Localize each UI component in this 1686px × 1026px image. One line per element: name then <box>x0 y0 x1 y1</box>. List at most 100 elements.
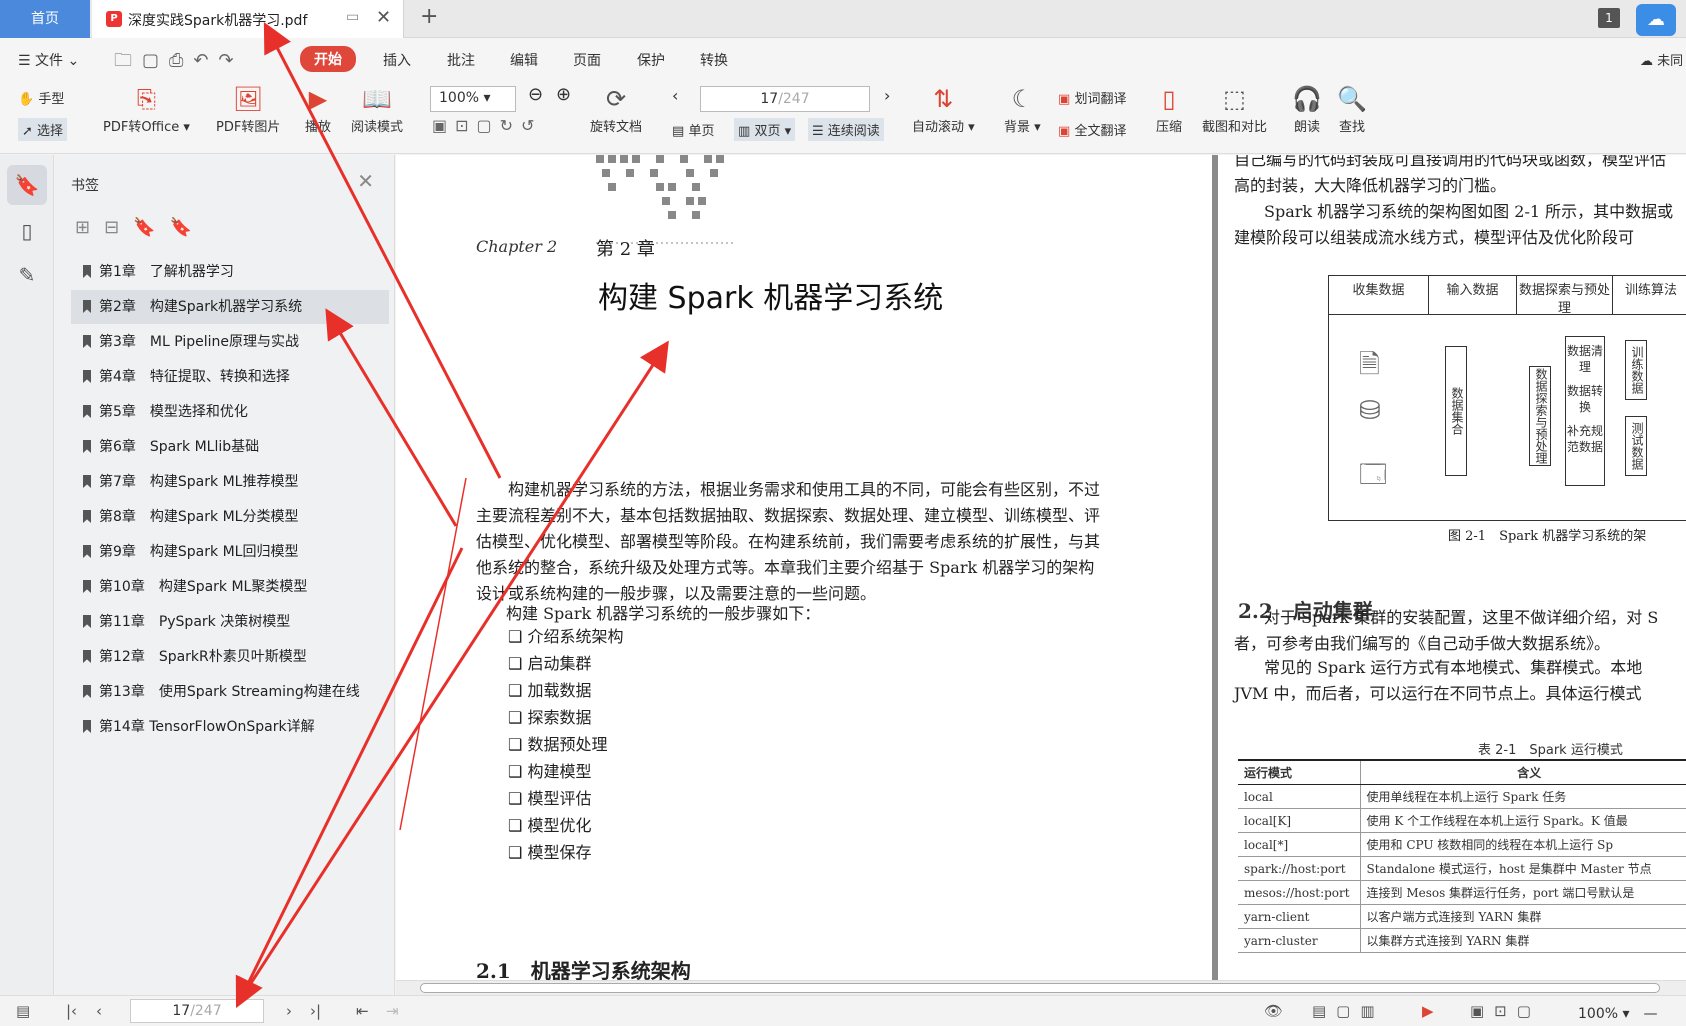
single-page-button[interactable]: ▤ 单页 <box>672 120 714 139</box>
step-label: 探索数据 <box>527 708 592 727</box>
next-page-icon[interactable]: › <box>884 86 890 105</box>
read-mode-button[interactable]: 📖 阅读模式 <box>351 82 403 135</box>
play-button[interactable]: ▶ 播放 <box>305 82 331 135</box>
bookmark-item[interactable]: 第5章 模型选择和优化 <box>71 395 389 429</box>
horizontal-scrollbar[interactable] <box>396 980 1686 995</box>
cloud-app-icon[interactable]: ☁ <box>1636 4 1676 36</box>
monitor-icon[interactable]: ▭ <box>346 9 359 25</box>
read-aloud-button[interactable]: 🎧 朗读 <box>1292 82 1322 135</box>
search-button[interactable]: 🔍 查找 <box>1337 82 1367 135</box>
hand-tool-button[interactable]: ✋ 手型 <box>18 88 64 107</box>
step-label: 模型优化 <box>527 816 592 835</box>
bookmark-item[interactable]: 第4章 特征提取、转换和选择 <box>71 360 389 394</box>
decorative-dot-pattern <box>596 155 736 244</box>
pdf-to-image-button[interactable]: 🖼 PDF转图片 <box>216 82 280 135</box>
word-translate-button[interactable]: ▣ 划词翻译 <box>1058 88 1126 107</box>
zoom-select[interactable]: 100% ▾ <box>430 86 516 112</box>
auto-scroll-button[interactable]: ⇅ 自动滚动 ▾ <box>912 82 975 135</box>
tab-annotate[interactable]: 批注 <box>447 50 475 70</box>
compress-button[interactable]: ▯ 压缩 <box>1156 82 1182 135</box>
tab-start[interactable]: 开始 <box>300 46 356 72</box>
select-tool-button[interactable]: ➚ 选择 <box>18 118 68 141</box>
tab-insert[interactable]: 插入 <box>383 50 411 70</box>
tab-home[interactable]: 首页 <box>0 0 90 38</box>
document-view[interactable]: Chapter 2 第 2 章 构建 Spark 机器学习系统 构建机器学习系统… <box>396 155 1686 980</box>
prev-page-icon[interactable]: ‹ <box>672 86 678 105</box>
checkbox-bullet-icon: ❑ <box>508 843 528 862</box>
bookmark-flag-icon <box>83 300 91 313</box>
bookmark-label: 第12章 SparkR朴素贝叶斯模型 <box>99 649 307 665</box>
annotation-panel-icon[interactable]: ✎ <box>7 255 47 295</box>
tab-page[interactable]: 页面 <box>573 50 601 70</box>
bookmark-tools[interactable]: ⊞⊟🔖🔖 <box>75 217 206 238</box>
play-label: 播放 <box>305 120 332 135</box>
bookmark-item[interactable]: 第10章 构建Spark ML聚类模型 <box>71 570 389 604</box>
bookmark-item[interactable]: 第1章 了解机器学习 <box>71 255 389 289</box>
eye-protection-icon[interactable]: 👁 <box>1264 1002 1283 1020</box>
forward-icon[interactable]: ⇥ <box>386 1002 399 1020</box>
bookmark-item[interactable]: 第11章 PySpark 决策树模型 <box>71 605 389 639</box>
chapter-title: 构建 Spark 机器学习系统 <box>598 281 944 316</box>
quick-access-toolbar[interactable]: 🗀▢⎙↶↷ <box>114 48 244 78</box>
bookmark-item[interactable]: 第2章 构建Spark机器学习系统 <box>71 290 389 324</box>
rotate-document-button[interactable]: ⟳ 旋转文档 <box>590 82 642 135</box>
status-zoom[interactable]: 100% ▾ — <box>1578 1003 1658 1023</box>
bookmark-label: 第10章 构建Spark ML聚类模型 <box>99 579 308 595</box>
bookmark-item[interactable]: 第8章 构建Spark ML分类模型 <box>71 500 389 534</box>
bookmark-item[interactable]: 第3章 ML Pipeline原理与实战 <box>71 325 389 359</box>
table-cell-mode: local <box>1238 784 1361 809</box>
bookmark-label: 第1章 了解机器学习 <box>99 264 234 280</box>
fit-mode-icons[interactable]: ▣⊡▢ <box>1470 1002 1541 1020</box>
step-item: ❑ 模型保存 <box>508 839 623 866</box>
bookmark-item[interactable]: 第7章 构建Spark ML推荐模型 <box>71 465 389 499</box>
next-page-status-icon[interactable]: › <box>286 1002 292 1020</box>
tab-document[interactable]: P 深度实践Spark机器学习.pdf ▭ ✕ <box>92 0 404 38</box>
file-menu[interactable]: ☰ 文件 ⌄ <box>18 50 79 70</box>
zoom-out-icon[interactable]: ⊖ <box>528 84 543 105</box>
search-label: 查找 <box>1338 120 1365 135</box>
step-item: ❑ 构建模型 <box>508 758 623 785</box>
continuous-read-button[interactable]: ☰ 连续阅读 <box>808 118 884 141</box>
new-tab-button[interactable]: + <box>420 4 438 29</box>
last-page-icon[interactable]: ›| <box>310 1002 321 1020</box>
back-icon[interactable]: ⇤ <box>356 1002 369 1020</box>
status-page-input[interactable]: 17/247 <box>130 999 264 1023</box>
figure-caption: 图 2-1 Spark 机器学习系统的架 <box>1448 529 1647 544</box>
bookmark-item[interactable]: 第14章 TensorFlowOnSpark详解 <box>71 710 389 744</box>
checkbox-bullet-icon: ❑ <box>508 735 528 754</box>
cloud-sync-status[interactable]: ☁ 未同 <box>1640 50 1683 69</box>
page-layout-icons[interactable]: ▤▢▥ <box>1312 1002 1385 1020</box>
double-page-button[interactable]: ▥ 双页 ▾ <box>734 118 796 141</box>
tab-protect[interactable]: 保护 <box>637 50 665 70</box>
full-translate-button[interactable]: ▣ 全文翻译 <box>1058 120 1126 139</box>
window-count-badge[interactable]: 1 <box>1598 8 1620 28</box>
bookmark-item[interactable]: 第12章 SparkR朴素贝叶斯模型 <box>71 640 389 674</box>
background-button[interactable]: ☾ 背景 ▾ <box>1004 82 1041 135</box>
first-page-icon[interactable]: |‹ <box>66 1002 77 1020</box>
diagram-header-divider <box>1329 314 1686 315</box>
close-panel-icon[interactable]: ✕ <box>357 169 374 193</box>
prev-page-status-icon[interactable]: ‹ <box>96 1002 102 1020</box>
zoom-in-icon[interactable]: ⊕ <box>556 84 571 105</box>
bookmark-item[interactable]: 第6章 Spark MLlib基础 <box>71 430 389 464</box>
bookmark-item[interactable]: 第13章 使用Spark Streaming构建在线 <box>71 675 389 709</box>
compress-icon: ▯ <box>1162 85 1176 113</box>
step-label: 模型保存 <box>527 843 592 862</box>
page-total: /247 <box>778 91 810 107</box>
screenshot-compare-button[interactable]: ⬚ 截图和对比 <box>1202 82 1267 135</box>
tab-convert[interactable]: 转换 <box>700 50 728 70</box>
page-number-input[interactable]: 17/247 <box>700 86 870 112</box>
close-tab-icon[interactable]: ✕ <box>376 7 391 28</box>
sidebar-toggle-icon[interactable]: ▤ <box>16 1002 30 1020</box>
table-body: local 使用单线程在本机上运行 Spark 任务 local[K] 使用 K 个工… <box>1238 784 1686 953</box>
view-fit-icons[interactable]: ▣⊡▢↻↺ <box>432 116 542 135</box>
moon-icon: ☾ <box>1011 85 1034 113</box>
tab-edit[interactable]: 编辑 <box>510 50 538 70</box>
bookmark-flag-icon <box>83 685 91 698</box>
thumbnail-panel-icon[interactable]: ▯ <box>7 211 47 251</box>
bookmark-panel-icon[interactable]: 🔖 <box>7 165 47 205</box>
bookmark-item[interactable]: 第9章 构建Spark ML回归模型 <box>71 535 389 569</box>
play-status-icon[interactable]: ▶ <box>1422 1002 1434 1020</box>
scrollbar-thumb[interactable] <box>420 983 1660 993</box>
pdf-to-office-button[interactable]: ⎘ PDF转Office ▾ <box>103 82 190 135</box>
